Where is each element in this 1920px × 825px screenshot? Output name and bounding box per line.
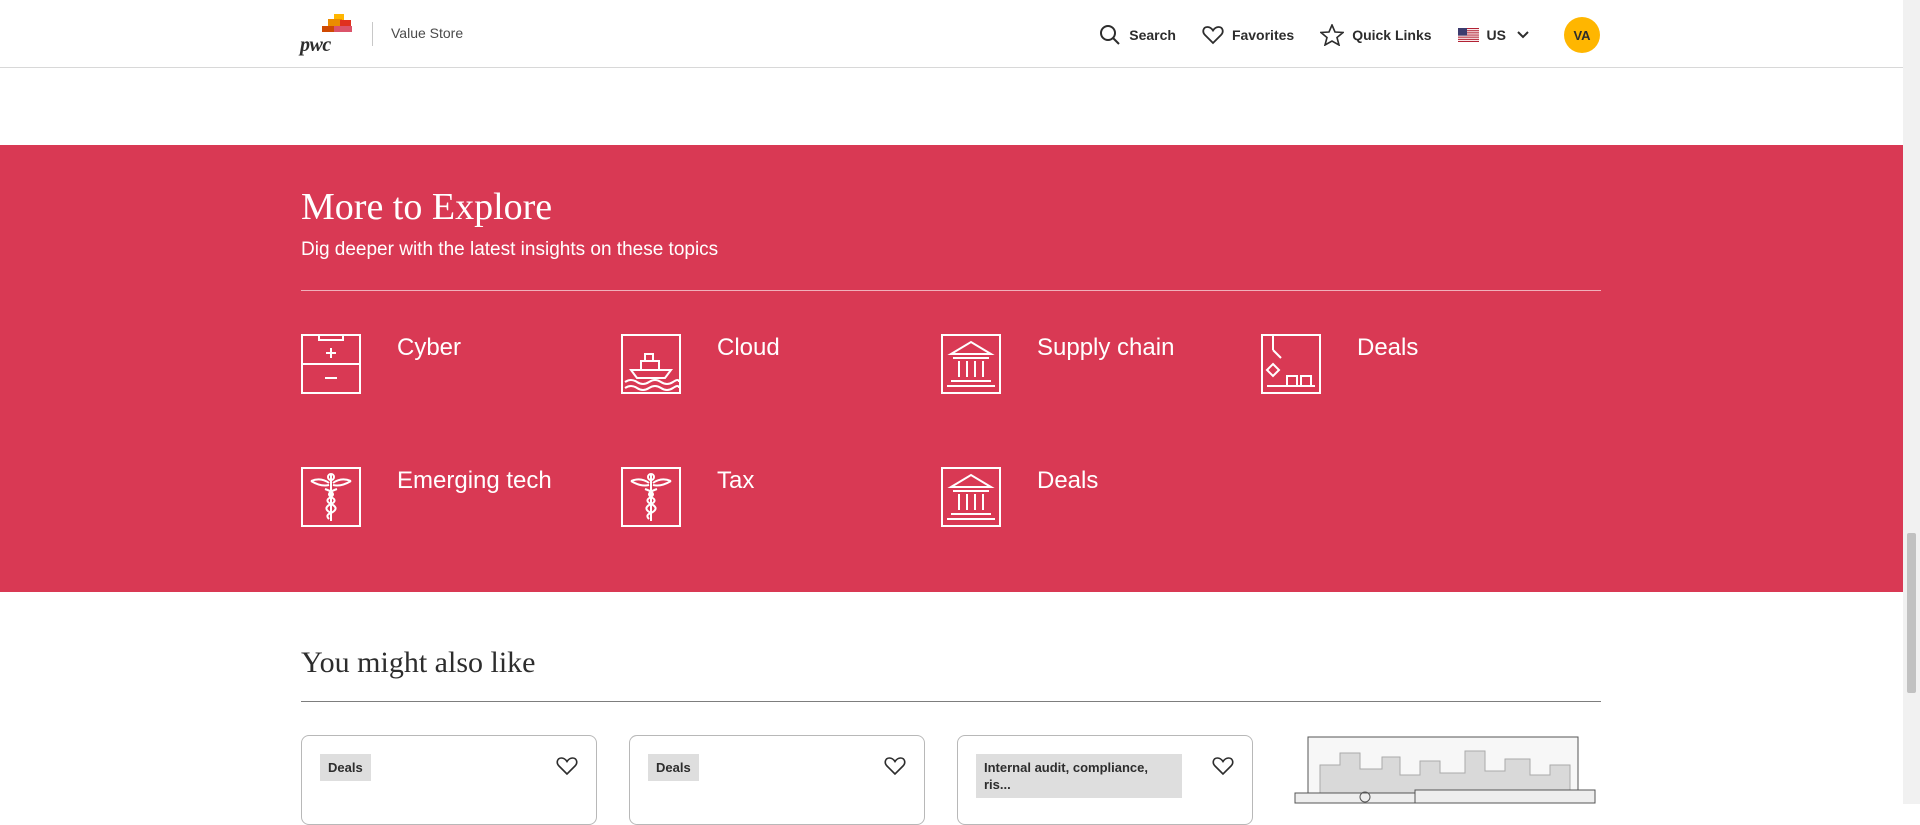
more-to-explore-section: More to Explore Dig deeper with the late…: [0, 145, 1903, 592]
topic-cloud[interactable]: Cloud: [621, 334, 780, 394]
explore-title: More to Explore: [301, 186, 553, 228]
pwc-logo[interactable]: pwc: [300, 14, 354, 56]
topic-label: Cloud: [717, 334, 780, 361]
topic-label: Deals: [1037, 467, 1099, 494]
recommended-card-image[interactable]: [1290, 735, 1600, 804]
caduceus-icon: [301, 467, 361, 527]
app-name[interactable]: Value Store: [391, 25, 463, 41]
search-label: Search: [1129, 27, 1176, 43]
header-nav: Search Favorites Quick Links US VA: [1073, 17, 1600, 53]
top-header: pwc Value Store Search Favorites Quick L…: [0, 0, 1903, 68]
topic-cyber[interactable]: Cyber: [301, 334, 461, 394]
topic-label: Tax: [717, 467, 755, 494]
topic-label: Supply chain: [1037, 334, 1175, 361]
recommended-title: You might also like: [301, 646, 536, 679]
logo-text: pwc: [300, 34, 331, 56]
favorites-label: Favorites: [1231, 27, 1295, 43]
ship-icon: [621, 334, 681, 394]
bank-building-icon: [941, 467, 1001, 527]
topic-supply-chain[interactable]: Supply chain: [941, 334, 1174, 394]
topic-label: Cyber: [397, 334, 462, 361]
topic-deals[interactable]: Deals: [1261, 334, 1418, 394]
explore-divider: [301, 290, 1601, 291]
region-selector[interactable]: US: [1457, 27, 1530, 43]
user-avatar[interactable]: VA: [1564, 17, 1600, 53]
search-icon: [1100, 25, 1120, 45]
heart-icon[interactable]: [556, 756, 578, 776]
search-button[interactable]: Search: [1099, 24, 1176, 46]
recommended-card[interactable]: Deals: [629, 735, 925, 825]
quick-links-button[interactable]: Quick Links: [1320, 24, 1432, 46]
caduceus-icon: [621, 467, 681, 527]
scrollbar-thumb[interactable]: [1907, 533, 1916, 693]
bank-building-icon: [941, 334, 1001, 394]
card-tag: Deals: [648, 754, 699, 781]
region-label: US: [1486, 27, 1506, 43]
quick-links-label: Quick Links: [1352, 27, 1432, 43]
topic-tax[interactable]: Tax: [621, 467, 754, 527]
topic-deals-2[interactable]: Deals: [941, 467, 1098, 527]
topic-label: Emerging tech: [397, 467, 552, 494]
logo-divider: [372, 22, 373, 46]
city-sketch-image: [1294, 736, 1596, 804]
topic-emerging-tech[interactable]: Emerging tech: [301, 467, 552, 527]
recommended-divider: [301, 701, 1601, 702]
star-icon: [1320, 24, 1345, 46]
crane-boxes-icon: [1261, 334, 1321, 394]
chevron-down-icon: [1517, 31, 1529, 39]
heart-icon[interactable]: [884, 756, 906, 776]
us-flag-icon: [1457, 28, 1479, 42]
card-tag: Deals: [320, 754, 371, 781]
card-tag: Internal audit, compliance, ris...: [976, 754, 1182, 798]
heart-icon: [1202, 26, 1224, 45]
favorites-button[interactable]: Favorites: [1202, 25, 1294, 45]
topic-label: Deals: [1357, 334, 1419, 361]
page-scrollbar[interactable]: [1903, 0, 1920, 804]
recommended-card[interactable]: Deals: [301, 735, 597, 825]
first-aid-kit-icon: [301, 334, 361, 394]
explore-subtitle: Dig deeper with the latest insights on t…: [301, 239, 719, 260]
recommended-card[interactable]: Internal audit, compliance, ris...: [957, 735, 1253, 825]
heart-icon[interactable]: [1212, 756, 1234, 776]
